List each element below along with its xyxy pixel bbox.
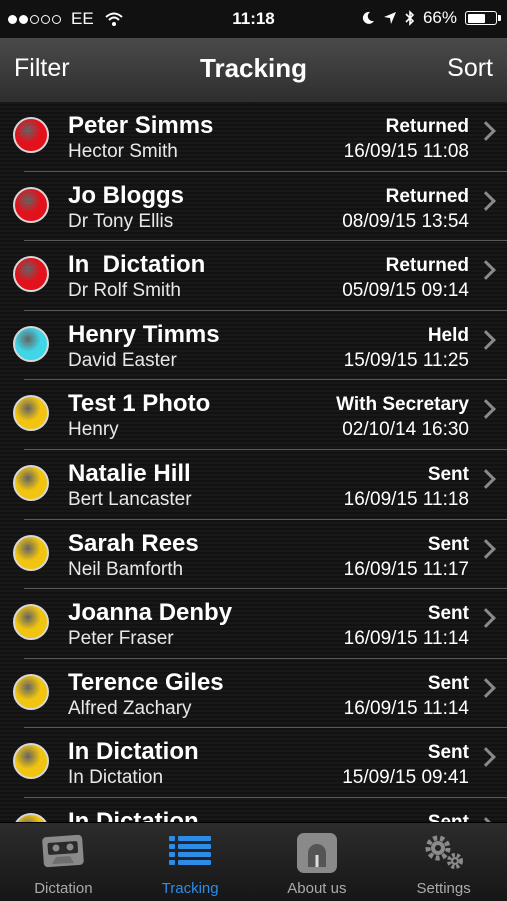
list-item[interactable]: In Dictation In Dictation Sent 15/09/15 … [0, 728, 507, 798]
tab-dictation[interactable]: Dictation [0, 823, 127, 901]
row-name: Joanna Denby [68, 599, 233, 627]
row-status: Returned [385, 255, 469, 277]
chevron-right-icon [476, 260, 496, 281]
tab-label: Settings [416, 880, 471, 897]
row-author: Bert Lancaster [68, 488, 192, 510]
chevron-right-icon [476, 121, 496, 141]
status-dot-icon [13, 395, 49, 432]
row-date: 05/09/15 09:14 [342, 280, 469, 302]
location-arrow-icon [383, 12, 396, 24]
list-item[interactable]: Joanna Denby Peter Fraser Sent 16/09/15 … [0, 589, 507, 659]
row-status: Returned [385, 116, 469, 137]
row-name: In Dictation [68, 738, 199, 766]
row-date: 16/09/15 11:18 [343, 488, 469, 510]
navigation-bar: Filter Tracking Sort [0, 38, 507, 103]
row-date: 15/09/15 09:41 [342, 767, 469, 789]
chevron-right-icon [476, 608, 496, 629]
moon-icon [362, 11, 374, 24]
row-status: Returned [385, 185, 469, 207]
row-date: 02/10/14 16:30 [342, 419, 469, 441]
status-dot-icon [13, 256, 49, 293]
chevron-right-icon [476, 469, 496, 489]
list-item[interactable]: Terence Giles Alfred Zachary Sent 16/09/… [0, 659, 507, 729]
gears-icon [425, 835, 463, 869]
status-dot-icon [13, 117, 49, 153]
status-dot-icon [13, 325, 49, 362]
row-date: 08/09/15 13:54 [342, 210, 469, 232]
row-date: 16/09/15 11:17 [343, 558, 469, 580]
status-bar: EE 11:18 66% [0, 0, 507, 38]
row-name: Test 1 Photo [68, 390, 211, 418]
chevron-right-icon [476, 747, 496, 768]
chevron-right-icon [476, 538, 496, 559]
row-name: Henry Timms [68, 320, 220, 348]
list-item[interactable]: In Dictation Dr Rolf Smith Returned 05/0… [0, 241, 507, 311]
chevron-right-icon [476, 677, 496, 698]
row-author: David Easter [68, 349, 177, 371]
tab-label: Dictation [34, 880, 93, 897]
status-dot-icon [13, 743, 49, 780]
row-status: Sent [427, 672, 469, 694]
status-dot-icon [13, 673, 49, 710]
list-item[interactable]: Jo Bloggs Dr Tony Ellis Returned 08/09/1… [0, 172, 507, 242]
row-name: Terence Giles [68, 668, 224, 696]
about-icon [296, 833, 337, 873]
list-icon [169, 836, 212, 865]
row-date: 16/09/15 11:14 [343, 628, 469, 650]
cassette-icon [42, 834, 85, 868]
row-status: Sent [427, 533, 469, 555]
row-date: 16/09/15 11:08 [343, 141, 469, 162]
list-item[interactable]: Peter Simms Hector Smith Returned 16/09/… [0, 102, 507, 172]
row-author: Hector Smith [68, 141, 178, 162]
tab-about-us[interactable]: About us [254, 823, 381, 901]
list-item[interactable]: Sarah Rees Neil Bamforth Sent 16/09/15 1… [0, 520, 507, 590]
row-status: Sent [427, 603, 469, 625]
row-name: Jo Bloggs [68, 181, 185, 209]
row-status: Sent [428, 812, 469, 822]
tab-label: About us [287, 880, 347, 897]
row-name: Natalie Hill [68, 459, 191, 487]
row-name: Peter Simms [68, 112, 214, 139]
row-author: In Dictation [68, 767, 164, 789]
tracking-list[interactable]: Peter Simms Hector Smith Returned 16/09/… [0, 102, 507, 822]
row-date: 16/09/15 11:14 [343, 697, 469, 719]
tab-settings[interactable]: Settings [380, 823, 507, 901]
list-item[interactable]: In Dictation Sent [0, 798, 507, 822]
tab-bar: Dictation Tracking About us Settings [0, 822, 507, 901]
status-dot-icon [13, 534, 49, 571]
list-item[interactable]: Test 1 Photo Henry With Secretary 02/10/… [0, 380, 507, 450]
row-author: Peter Fraser [68, 628, 174, 650]
battery-icon [465, 11, 501, 25]
battery-percent: 66% [422, 8, 457, 27]
list-item[interactable]: Henry Timms David Easter Held 15/09/15 1… [0, 311, 507, 381]
status-right-group: 66% [361, 8, 501, 28]
tab-label: Tracking [161, 880, 219, 897]
row-date: 15/09/15 11:25 [343, 349, 469, 371]
tab-tracking[interactable]: Tracking [127, 823, 254, 901]
chevron-right-icon [476, 329, 496, 350]
bluetooth-icon [405, 10, 415, 26]
sort-button[interactable]: Sort [447, 54, 493, 83]
row-author: Henry [68, 419, 119, 441]
status-dot-icon [13, 186, 49, 223]
row-status: With Secretary [336, 394, 469, 416]
row-name: In Dictation [68, 251, 206, 279]
status-dot-icon [13, 604, 49, 641]
status-dot-icon [13, 464, 49, 501]
row-author: Dr Tony Ellis [68, 210, 174, 232]
chevron-right-icon [476, 190, 496, 211]
chevron-right-icon [476, 399, 496, 420]
row-status: Sent [427, 742, 469, 764]
status-dot-icon [13, 812, 49, 822]
row-name: Sarah Rees [68, 529, 199, 557]
row-author: Alfred Zachary [68, 697, 192, 719]
row-author: Dr Rolf Smith [68, 280, 181, 302]
row-status: Held [427, 324, 469, 346]
row-name: In Dictation [68, 807, 199, 822]
row-status: Sent [427, 463, 469, 485]
row-author: Neil Bamforth [68, 558, 184, 580]
page-title: Tracking [200, 53, 307, 83]
list-item[interactable]: Natalie Hill Bert Lancaster Sent 16/09/1… [0, 450, 507, 520]
